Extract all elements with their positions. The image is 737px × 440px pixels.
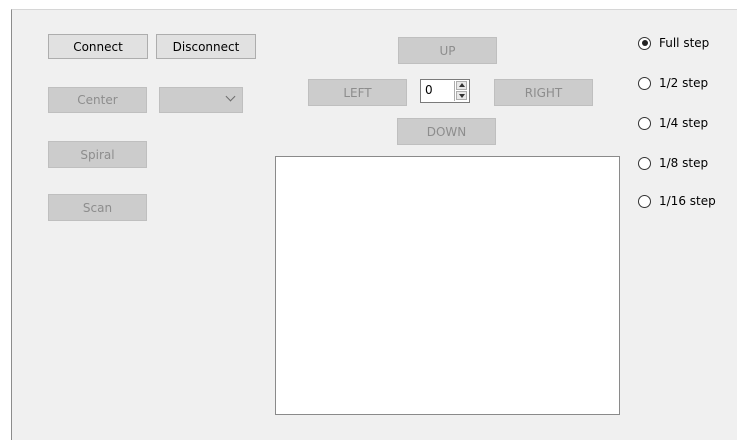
- mode-dropdown[interactable]: [159, 87, 243, 113]
- radio-eighth-step[interactable]: 1/8 step: [638, 156, 708, 170]
- radio-label: 1/2 step: [659, 76, 709, 90]
- left-button[interactable]: LEFT: [308, 79, 407, 106]
- step-value: 0: [425, 83, 433, 97]
- spiral-button[interactable]: Spiral: [48, 141, 147, 168]
- decrement-arrow-icon[interactable]: [456, 91, 467, 100]
- right-button[interactable]: RIGHT: [494, 79, 593, 106]
- radio-unchecked-icon: [638, 194, 651, 208]
- radio-checked-icon: [638, 36, 651, 50]
- center-button[interactable]: Center: [48, 87, 147, 113]
- step-value-stepper[interactable]: 0: [420, 79, 470, 103]
- radio-label: 1/16 step: [659, 194, 716, 208]
- stepper-arrows: [454, 81, 468, 101]
- radio-unchecked-icon: [638, 156, 651, 170]
- chevron-down-icon: [225, 91, 236, 102]
- scan-display-area[interactable]: [275, 156, 620, 415]
- radio-full-step[interactable]: Full step: [638, 36, 709, 50]
- radio-unchecked-icon: [638, 116, 651, 130]
- increment-arrow-icon[interactable]: [456, 81, 467, 90]
- radio-quarter-step[interactable]: 1/4 step: [638, 116, 708, 130]
- radio-unchecked-icon: [638, 76, 651, 90]
- radio-label: Full step: [659, 36, 710, 50]
- radio-half-step[interactable]: 1/2 step: [638, 76, 708, 90]
- radio-sixteenth-step[interactable]: 1/16 step: [638, 194, 716, 208]
- disconnect-button[interactable]: Disconnect: [156, 34, 256, 59]
- up-button[interactable]: UP: [398, 37, 497, 64]
- connect-button[interactable]: Connect: [48, 34, 148, 59]
- radio-label: 1/4 step: [659, 116, 709, 130]
- radio-label: 1/8 step: [659, 156, 709, 170]
- scan-button[interactable]: Scan: [48, 194, 147, 221]
- main-window: Connect Disconnect Center Spiral Scan UP…: [11, 9, 737, 440]
- down-button[interactable]: DOWN: [397, 118, 496, 145]
